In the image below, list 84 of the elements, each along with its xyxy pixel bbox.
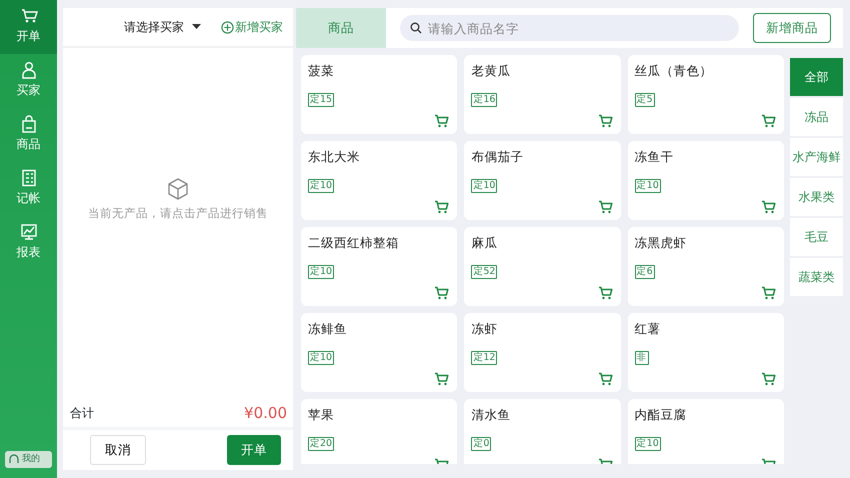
price-tag: 定52 — [471, 264, 498, 279]
product-name: 清水鱼 — [471, 406, 510, 424]
product-card[interactable]: 冻鱼干 定10 — [628, 141, 784, 220]
product-name: 苹果 — [308, 406, 334, 424]
price-tag: 非 — [634, 350, 649, 365]
cart-icon[interactable] — [760, 114, 776, 128]
cart-icon[interactable] — [760, 200, 776, 214]
price-tag: 定15 — [308, 92, 334, 107]
cart-icon[interactable] — [598, 200, 613, 214]
product-card[interactable]: 东北大米 定10 — [301, 141, 458, 220]
cart-icon[interactable] — [434, 372, 450, 386]
ledger-icon — [20, 169, 38, 187]
cart-icon[interactable] — [598, 114, 613, 128]
category-tab[interactable]: 毛豆 — [790, 218, 843, 256]
category-tab[interactable]: 水果类 — [790, 178, 843, 216]
product-name: 菠菜 — [308, 62, 334, 80]
cart-icon[interactable] — [434, 286, 450, 300]
product-name: 冻鲱鱼 — [308, 320, 347, 338]
price-tag: 定0 — [471, 436, 492, 451]
cart-icon[interactable] — [434, 200, 450, 214]
price-tag: 定10 — [308, 350, 334, 365]
product-card[interactable]: 内酯豆腐 定10 — [628, 399, 784, 464]
product-card[interactable]: 冻虾 定12 — [464, 313, 621, 392]
category-tab[interactable]: 水产海鲜 — [790, 138, 843, 176]
total-label: 合计 — [70, 405, 94, 422]
product-card[interactable]: 冻鲱鱼 定10 — [301, 313, 458, 392]
product-card[interactable]: 布偶茄子 定10 — [464, 141, 621, 220]
cart-icon[interactable] — [598, 372, 613, 386]
cart-icon[interactable] — [760, 286, 776, 300]
price-tag: 定20 — [308, 436, 334, 451]
product-name: 红薯 — [634, 320, 661, 338]
product-name: 冻鱼干 — [634, 148, 674, 166]
product-card[interactable]: 麻瓜 定52 — [464, 227, 621, 306]
plus-circle-icon — [221, 20, 234, 34]
product-card[interactable]: 丝瓜（青色） 定5 — [628, 55, 784, 134]
product-name: 冻黑虎虾 — [634, 234, 687, 252]
product-card[interactable]: 清水鱼 定0 — [464, 399, 621, 464]
box-icon — [166, 176, 190, 201]
search-field[interactable]: 请输入商品名字 — [400, 15, 739, 41]
category-tab[interactable]: 蔬菜类 — [790, 258, 843, 296]
product-card[interactable]: 冻黑虎虾 定6 — [628, 227, 784, 306]
product-card[interactable]: 菠菜 定15 — [301, 55, 458, 134]
product-card[interactable]: 苹果 定20 — [301, 399, 458, 464]
chart-icon — [20, 223, 38, 241]
person-icon — [20, 61, 38, 79]
product-name: 老黄瓜 — [471, 62, 510, 80]
cancel-button[interactable]: 取消 — [90, 434, 146, 466]
create-order-button[interactable]: 开单 — [227, 434, 281, 466]
product-name: 二级西红柿整箱 — [308, 234, 399, 252]
price-tag: 定10 — [308, 264, 334, 279]
category-tab[interactable]: 冻品 — [790, 98, 843, 136]
bag-icon — [20, 115, 38, 133]
product-name: 布偶茄子 — [471, 148, 524, 166]
sidebar-item[interactable]: 开单 — [0, 0, 57, 54]
product-name: 麻瓜 — [471, 234, 498, 252]
price-tag: 定12 — [471, 350, 498, 365]
product-name: 内酯豆腐 — [634, 406, 687, 424]
price-tag: 定10 — [634, 436, 661, 451]
product-name: 丝瓜（青色） — [634, 62, 713, 80]
profile-button[interactable]: 我的 — [5, 450, 52, 468]
product-name: 冻虾 — [471, 320, 498, 338]
product-card[interactable]: 二级西红柿整箱 定10 — [301, 227, 458, 306]
price-tag: 定10 — [308, 178, 334, 193]
dropdown-caret-icon — [192, 24, 201, 30]
product-name: 东北大米 — [308, 148, 360, 166]
cart-icon — [20, 7, 38, 25]
add-buyer-button[interactable]: 新增买家 — [221, 18, 283, 36]
search-icon — [410, 22, 422, 34]
price-tag: 定10 — [634, 178, 661, 193]
total-amount: ¥0.00 — [244, 402, 287, 424]
price-tag: 定10 — [471, 178, 498, 193]
price-tag: 定16 — [471, 92, 498, 107]
add-product-button[interactable]: 新增商品 — [753, 12, 831, 44]
sidebar-item[interactable]: 买家 — [0, 54, 57, 108]
price-tag: 定6 — [634, 264, 655, 279]
product-card[interactable]: 红薯 非 — [628, 313, 784, 392]
product-card[interactable]: 老黄瓜 定16 — [464, 55, 621, 134]
category-tab[interactable]: 全部 — [790, 58, 843, 96]
empty-cart-message: 当前无产品，请点击产品进行销售 — [88, 204, 268, 222]
price-tag: 定5 — [634, 92, 655, 107]
cart-icon[interactable] — [760, 372, 776, 386]
buyer-select[interactable]: 请选择买家 — [118, 17, 207, 37]
cart-icon[interactable] — [434, 114, 450, 128]
cart-icon[interactable] — [598, 286, 613, 300]
